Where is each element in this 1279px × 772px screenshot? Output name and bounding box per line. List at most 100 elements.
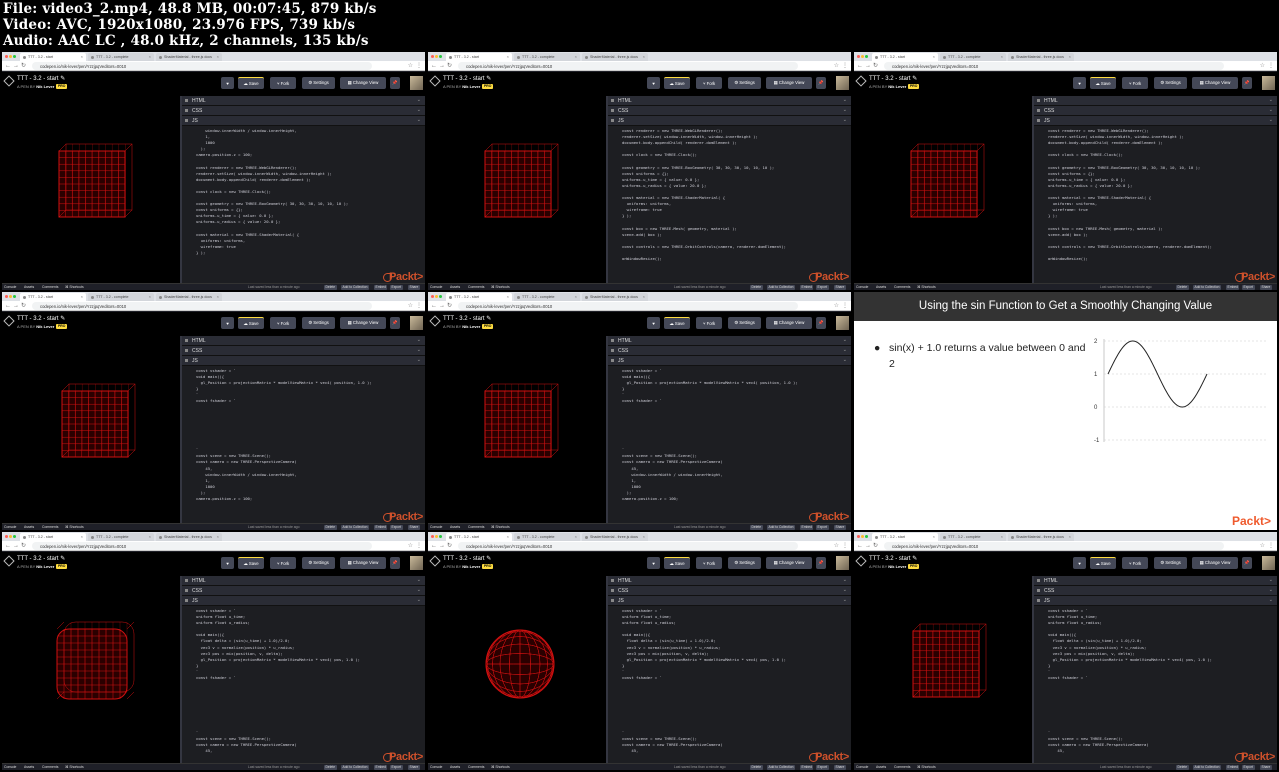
assets-button[interactable]: Assets <box>876 764 886 770</box>
panel-header-js[interactable]: JS <box>608 116 851 126</box>
js-code-area[interactable]: const vshader = ` uniform float u_time; un… <box>1034 606 1277 763</box>
pen-title[interactable]: TTT - 3.2 - start ✎ <box>17 555 65 562</box>
window-control-icon[interactable] <box>435 295 438 298</box>
pin-button[interactable]: 📌 <box>816 557 826 569</box>
save-button[interactable]: ☁ Save <box>238 557 264 569</box>
bookmark-star-icon[interactable]: ☆ <box>834 302 839 309</box>
result-preview[interactable] <box>2 576 180 763</box>
pen-title[interactable]: TTT - 3.2 - start ✎ <box>869 75 917 82</box>
embed-button[interactable]: Embed <box>374 285 388 290</box>
panel-header-html[interactable]: HTML <box>1034 96 1277 106</box>
change-view-button[interactable]: ▦ Change View <box>1192 77 1238 89</box>
browser-menu-icon[interactable]: ⋮ <box>416 302 422 309</box>
comments-button[interactable]: Comments <box>468 764 484 770</box>
window-control-icon[interactable] <box>5 535 8 538</box>
window-control-icon[interactable] <box>865 535 868 538</box>
settings-button[interactable]: ⚙ Settings <box>302 77 335 89</box>
pin-button[interactable]: 📌 <box>816 317 826 329</box>
codepen-logo-icon[interactable] <box>855 555 867 567</box>
embed-button[interactable]: Embed <box>374 765 388 770</box>
change-view-button[interactable]: ▦ Change View <box>766 77 812 89</box>
panel-header-js[interactable]: JS <box>608 596 851 606</box>
bookmark-star-icon[interactable]: ☆ <box>408 542 413 549</box>
browser-tab[interactable]: TTT - 3.2 - start <box>872 53 938 61</box>
js-code-area[interactable]: window.innerWidth / window.innerHeight, … <box>182 126 425 283</box>
save-button[interactable]: ☁ Save <box>664 317 690 329</box>
forward-icon[interactable]: → <box>439 302 445 310</box>
browser-menu-icon[interactable]: ⋮ <box>416 542 422 549</box>
browser-tab[interactable]: ShaderMaterial - three.js docs <box>582 533 648 541</box>
delete-button[interactable]: Delete <box>1176 285 1189 290</box>
address-input[interactable]: codepen.io/nik-lever/pen/YzzjpqVeditors=… <box>884 542 1224 550</box>
author-name[interactable]: Nik Lever <box>36 84 54 89</box>
address-input[interactable]: codepen.io/nik-lever/pen/YzzjpqVeditors=… <box>32 62 372 70</box>
shortcuts-button[interactable]: ⌘ Shortcuts <box>491 284 510 290</box>
browser-tab[interactable]: ShaderMaterial - three.js docs <box>582 293 648 301</box>
export-button[interactable]: Export <box>816 285 829 290</box>
pen-title[interactable]: TTT - 3.2 - start ✎ <box>443 555 491 562</box>
export-button[interactable]: Export <box>816 765 829 770</box>
settings-button[interactable]: ⚙ Settings <box>302 557 335 569</box>
window-control-icon[interactable] <box>861 55 864 58</box>
assets-button[interactable]: Assets <box>24 764 34 770</box>
address-input[interactable]: codepen.io/nik-lever/pen/YzzjpqVeditors=… <box>458 302 798 310</box>
wireframe-mesh[interactable] <box>428 576 606 763</box>
change-view-button[interactable]: ▦ Change View <box>1192 557 1238 569</box>
address-input[interactable]: codepen.io/nik-lever/pen/YzzjpqVeditors=… <box>32 302 372 310</box>
panel-header-css[interactable]: CSS <box>182 586 425 596</box>
browser-tab[interactable]: TTT - 3.2 - start <box>872 533 938 541</box>
forward-icon[interactable]: → <box>13 542 19 550</box>
author-name[interactable]: Nik Lever <box>36 564 54 569</box>
assets-button[interactable]: Assets <box>876 284 886 290</box>
panel-header-css[interactable]: CSS <box>1034 586 1277 596</box>
wireframe-mesh[interactable] <box>854 576 1032 763</box>
export-button[interactable]: Export <box>390 765 403 770</box>
window-control-icon[interactable] <box>13 535 16 538</box>
browser-tab[interactable]: TTT - 3.2 - complete <box>514 533 580 541</box>
pen-title[interactable]: TTT - 3.2 - start ✎ <box>17 75 65 82</box>
window-control-icon[interactable] <box>9 535 12 538</box>
reload-icon[interactable]: ↻ <box>873 542 878 550</box>
shortcuts-button[interactable]: ⌘ Shortcuts <box>65 524 84 530</box>
browser-tab[interactable]: ShaderMaterial - three.js docs <box>156 53 222 61</box>
avatar[interactable] <box>1262 76 1275 90</box>
share-button[interactable]: Share <box>834 765 846 770</box>
export-button[interactable]: Export <box>390 285 403 290</box>
result-preview[interactable] <box>428 96 606 283</box>
window-control-icon[interactable] <box>5 295 8 298</box>
codepen-logo-icon[interactable] <box>3 75 15 87</box>
save-button[interactable]: ☁ Save <box>238 317 264 329</box>
browser-tab[interactable]: TTT - 3.2 - complete <box>514 293 580 301</box>
browser-tab[interactable]: TTT - 3.2 - start <box>446 533 512 541</box>
browser-tab[interactable]: TTT - 3.2 - start <box>446 53 512 61</box>
pen-title[interactable]: TTT - 3.2 - start ✎ <box>869 555 917 562</box>
delete-button[interactable]: Delete <box>324 285 337 290</box>
console-button[interactable]: Console <box>856 284 868 290</box>
save-button[interactable]: ☁ Save <box>664 557 690 569</box>
window-control-icon[interactable] <box>857 55 860 58</box>
js-code-area[interactable]: const renderer = new THREE.WebGLRenderer… <box>608 126 851 283</box>
bookmark-star-icon[interactable]: ☆ <box>408 302 413 309</box>
codepen-logo-icon[interactable] <box>855 75 867 87</box>
js-code-area[interactable]: const renderer = new THREE.WebGLRenderer… <box>1034 126 1277 283</box>
delete-button[interactable]: Delete <box>324 525 337 530</box>
browser-menu-icon[interactable]: ⋮ <box>1268 542 1274 549</box>
address-input[interactable]: codepen.io/nik-lever/pen/YzzjpqVeditors=… <box>32 542 372 550</box>
share-button[interactable]: Share <box>1260 765 1272 770</box>
panel-header-html[interactable]: HTML <box>1034 576 1277 586</box>
reload-icon[interactable]: ↻ <box>873 62 878 70</box>
forward-icon[interactable]: → <box>865 542 871 550</box>
back-icon[interactable]: ← <box>5 542 11 550</box>
add-to-collection-button[interactable]: Add to Collection <box>341 525 369 530</box>
window-control-icon[interactable] <box>861 535 864 538</box>
console-button[interactable]: Console <box>430 764 442 770</box>
wireframe-mesh[interactable] <box>2 96 180 283</box>
avatar[interactable] <box>836 76 849 90</box>
bookmark-star-icon[interactable]: ☆ <box>408 62 413 69</box>
result-preview[interactable] <box>854 96 1032 283</box>
panel-header-css[interactable]: CSS <box>1034 106 1277 116</box>
back-icon[interactable]: ← <box>431 62 437 70</box>
reload-icon[interactable]: ↻ <box>447 62 452 70</box>
forward-icon[interactable]: → <box>13 62 19 70</box>
avatar[interactable] <box>410 316 423 330</box>
